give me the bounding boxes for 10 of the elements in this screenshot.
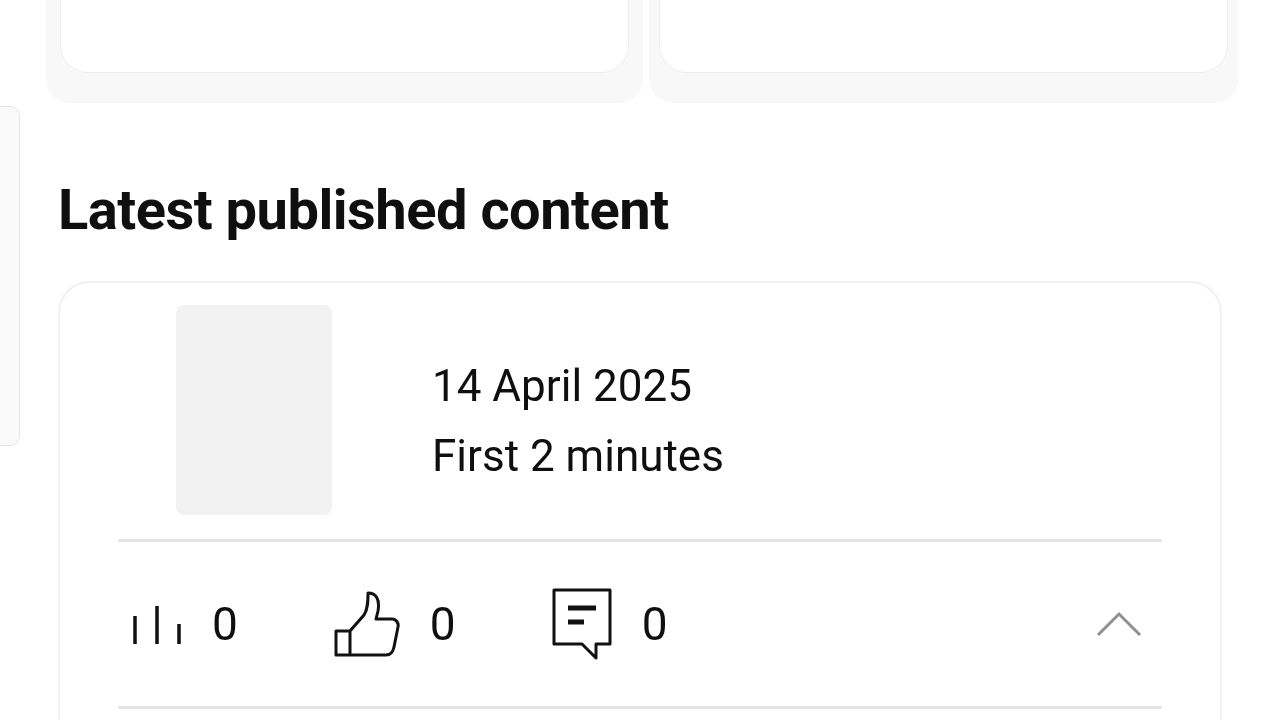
chevron-up-icon (1096, 611, 1142, 637)
stat-count: 0 (641, 595, 668, 653)
thumbs-up-icon (333, 591, 400, 657)
stat-count: 0 (429, 595, 456, 653)
period-label: First 2 minutes (432, 429, 724, 484)
comment-icon (551, 588, 612, 660)
section-title: Latest published content (58, 176, 670, 245)
stat-count: 0 (212, 595, 238, 653)
bar-chart-icon (132, 604, 182, 644)
publish-date: 14 April 2025 (432, 359, 693, 414)
